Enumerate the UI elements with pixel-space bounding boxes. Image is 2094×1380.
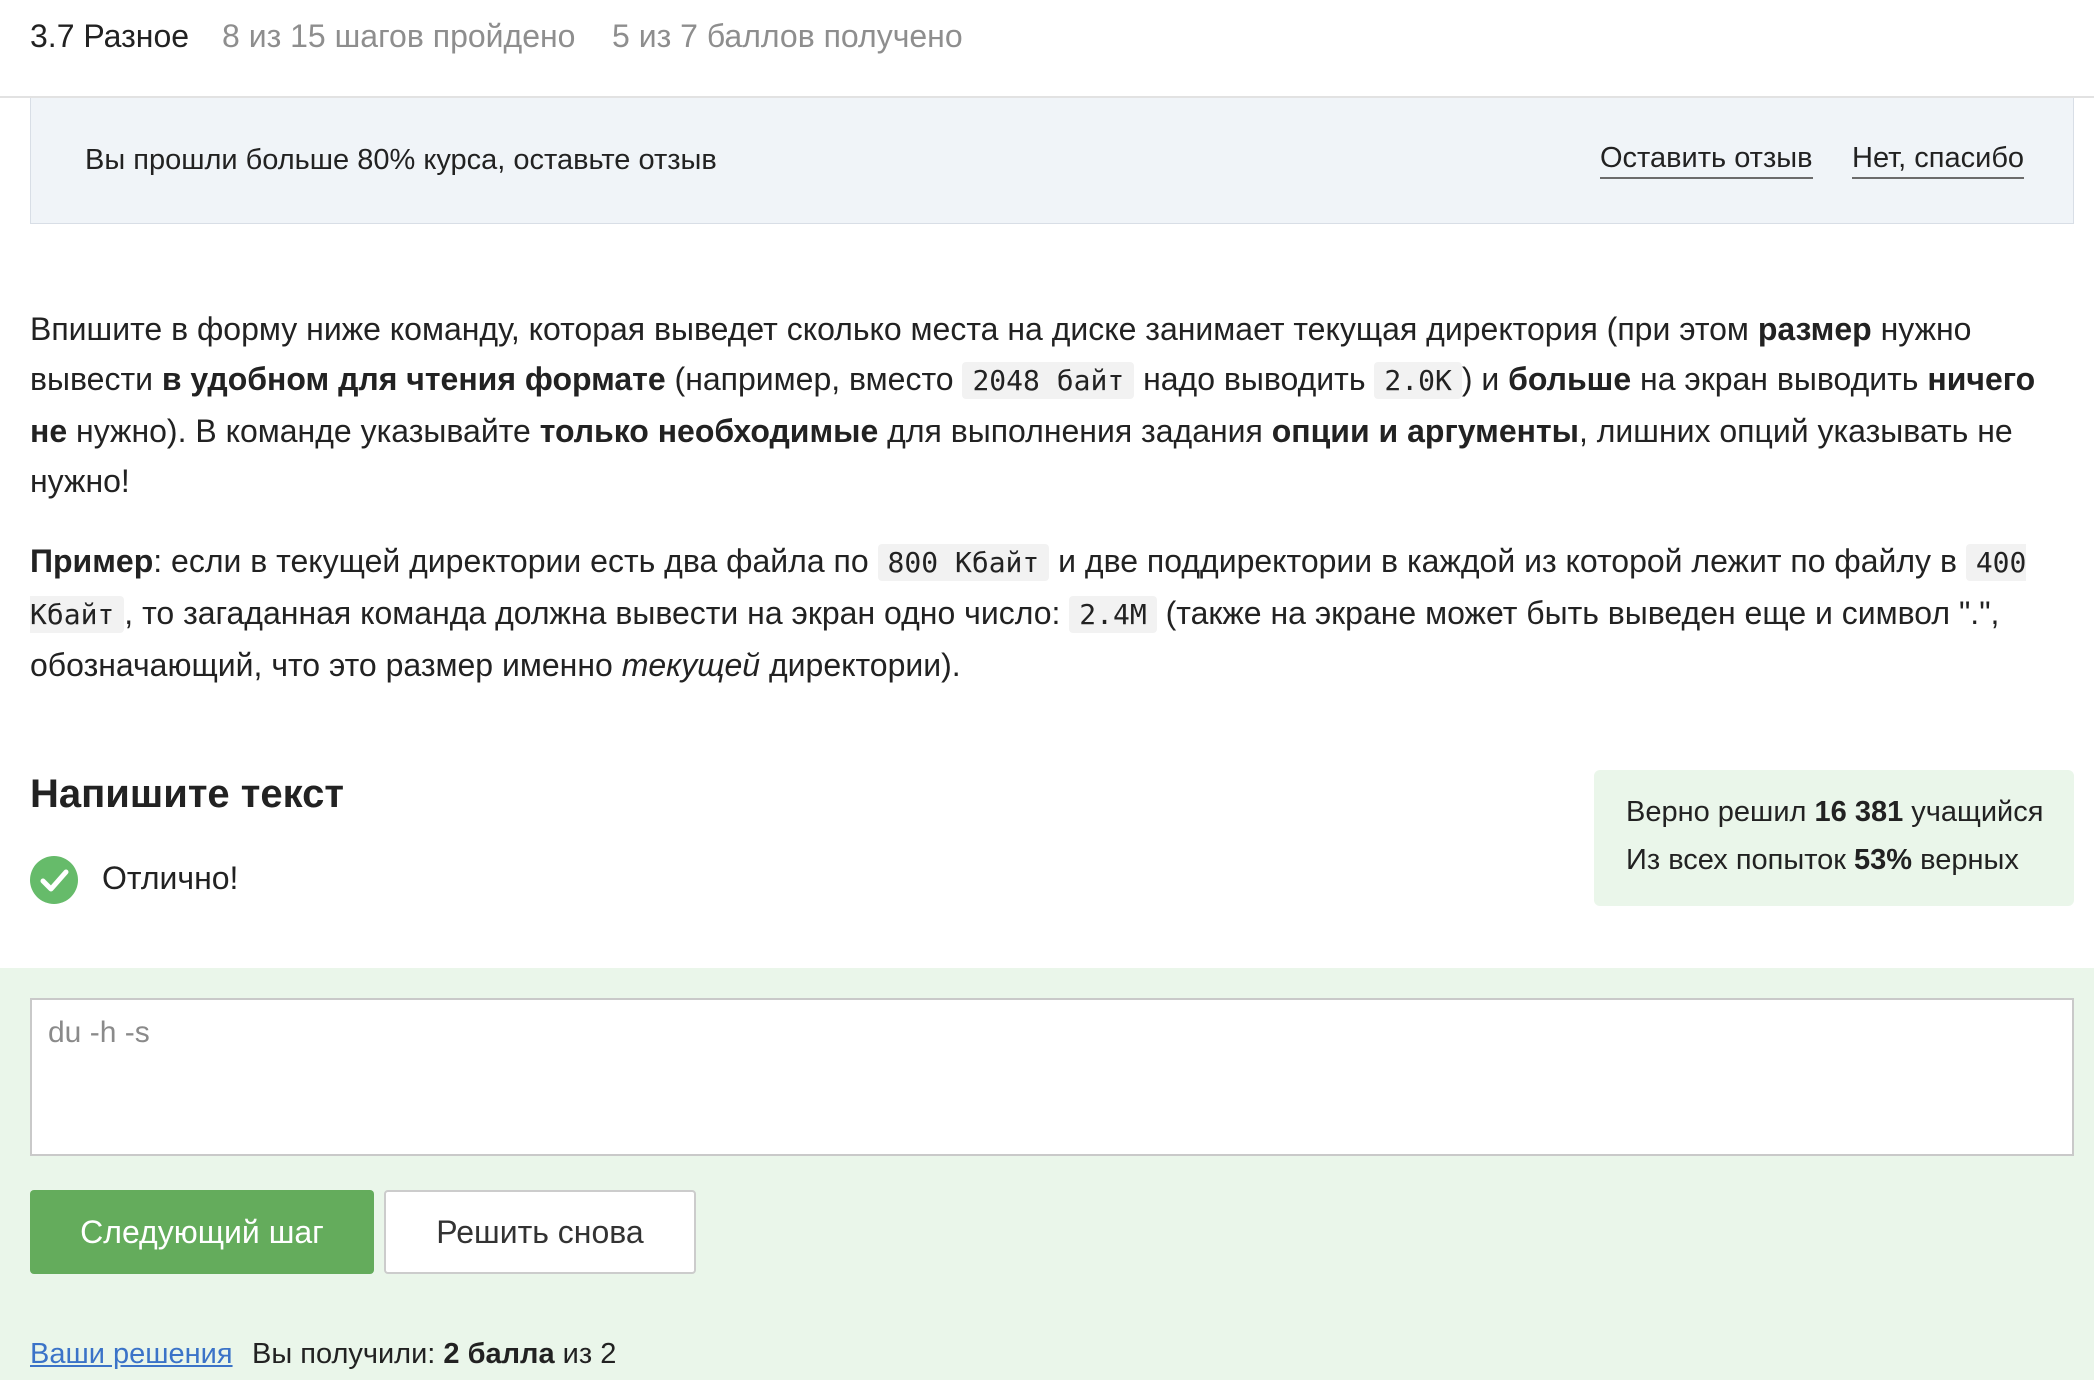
task-text: и две поддиректории в каждой из которой … — [1049, 543, 1966, 579]
answer-area: du -h -s Следующий шаг Решить снова Ваши… — [0, 968, 2094, 1380]
task-text: : если в текущей директории есть два фай… — [153, 543, 878, 579]
success-rate-line: Из всех попыток 53% верных — [1626, 844, 2019, 877]
lesson-title[interactable]: 3.7 Разное — [30, 18, 189, 55]
answer-textarea[interactable]: du -h -s — [30, 998, 2074, 1156]
stats-text: Верно решил — [1626, 796, 1815, 828]
solved-count: 16 381 — [1814, 796, 1904, 828]
task-text: Впишите в форму ниже команду, которая вы… — [30, 311, 1758, 347]
points-progress: 5 из 7 баллов получено — [612, 18, 963, 54]
task-text: нужно). В команде указывайте — [67, 413, 540, 449]
your-solutions-link[interactable]: Ваши решения — [30, 1338, 233, 1371]
result-status-text: Отлично! — [102, 860, 239, 896]
inline-code: 2.4M — [1069, 596, 1157, 633]
next-step-button[interactable]: Следующий шаг — [30, 1190, 374, 1274]
task-bold-text: Пример — [30, 543, 154, 579]
task-text: для выполнения задания — [878, 413, 1272, 449]
answer-text-value: du -h -s — [48, 1016, 150, 1049]
task-text: ) и — [1461, 361, 1509, 397]
inline-code: 2048 байт — [962, 362, 1135, 399]
stats-text: верных — [1912, 844, 2019, 876]
task-bold-text: в удобном для чтения формате — [161, 361, 666, 397]
checkmark-circle-icon — [30, 856, 78, 904]
task-paragraph-example: Пример: если в текущей директории есть д… — [30, 536, 2074, 690]
task-bold-text: размер — [1757, 311, 1872, 347]
task-text: , то загаданная команда должна вывести н… — [124, 595, 1070, 631]
stats-text: учащийся — [1903, 796, 2044, 828]
solved-count-line: Верно решил 16 381 учащийся — [1626, 796, 2043, 829]
steps-progress: 8 из 15 шагов пройдено — [222, 18, 576, 54]
task-bold-text: больше — [1508, 361, 1632, 397]
task-paragraph-instructions: Впишите в форму ниже команду, которая вы… — [30, 304, 2074, 506]
task-text: надо выводить — [1134, 361, 1375, 397]
review-banner: Вы прошли больше 80% курса, оставьте отз… — [30, 98, 2074, 224]
task-text: на экран выводить — [1631, 361, 1928, 397]
score-text: из 2 — [554, 1338, 617, 1370]
solve-stats-box: Верно решил 16 381 учащийся Из всех попы… — [1594, 770, 2074, 906]
task-bold-text: только необходимые — [539, 413, 879, 449]
task-description: Впишите в форму ниже команду, которая вы… — [30, 304, 2074, 720]
score-summary: Вы получили: 2 балла из 2 — [252, 1338, 616, 1371]
inline-code: 800 Кбайт — [877, 544, 1050, 581]
decline-review-link[interactable]: Нет, спасибо — [1852, 142, 2025, 179]
leave-review-link[interactable]: Оставить отзыв — [1600, 142, 1813, 179]
task-bold-text: опции и аргументы — [1271, 413, 1579, 449]
task-italic-text: текущей — [621, 647, 761, 683]
task-text: (например, вместо — [665, 361, 963, 397]
review-banner-text: Вы прошли больше 80% курса, оставьте отз… — [85, 144, 717, 176]
stats-text: Из всех попыток — [1626, 844, 1855, 876]
score-text: Вы получили: — [252, 1338, 444, 1370]
answer-section-title: Напишите текст — [30, 772, 344, 816]
score-points: 2 балла — [443, 1338, 555, 1370]
lesson-header: 3.7 Разное 8 из 15 шагов пройдено 5 из 7… — [0, 0, 2094, 98]
inline-code: 2.0K — [1374, 362, 1462, 399]
solve-again-button[interactable]: Решить снова — [384, 1190, 696, 1274]
task-text: директории). — [760, 647, 961, 683]
success-rate: 53% — [1854, 844, 1913, 876]
